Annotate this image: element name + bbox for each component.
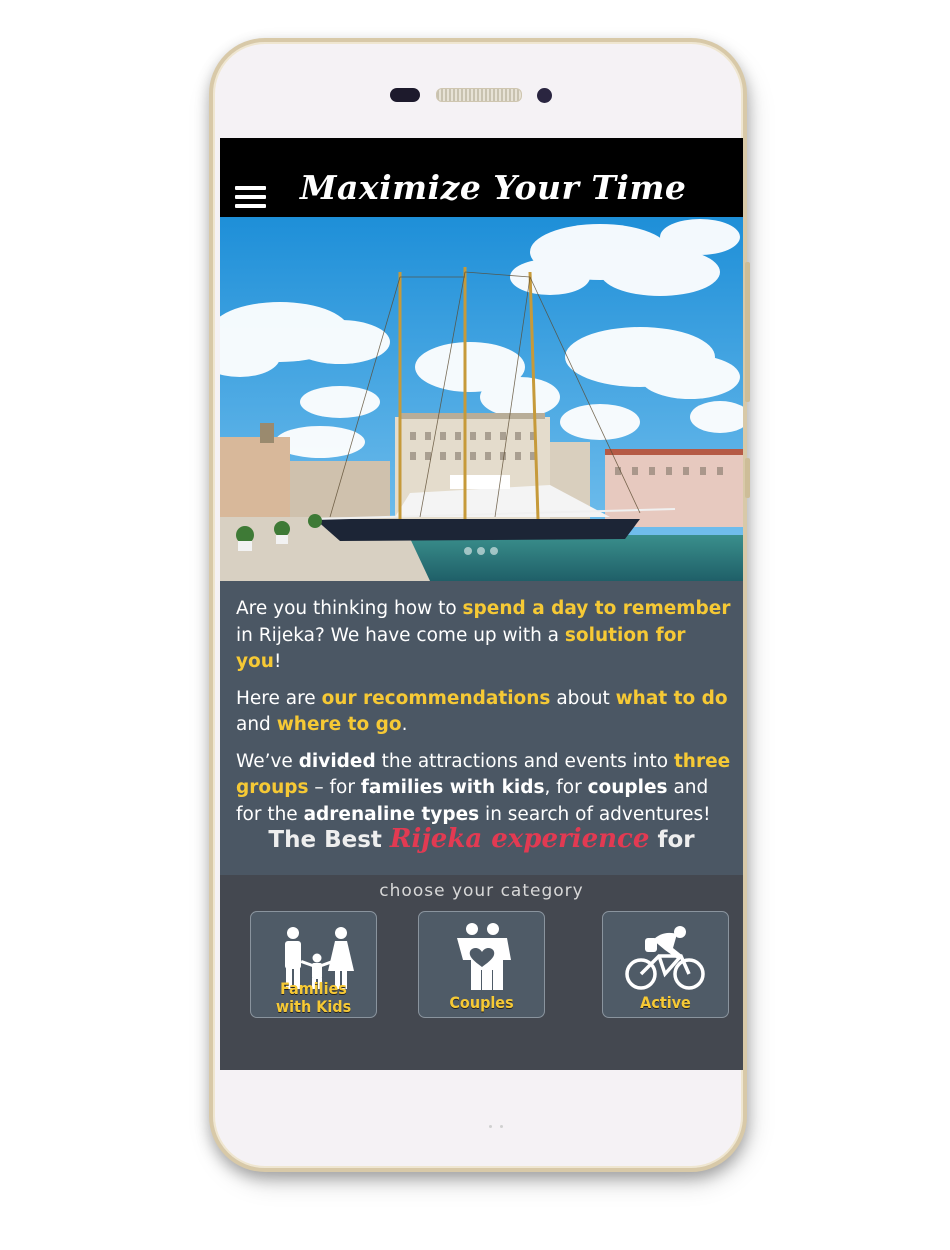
hamburger-menu-icon[interactable] <box>235 186 266 208</box>
category-active-label: Active <box>640 993 691 1012</box>
volume-button <box>745 262 750 402</box>
home-indicator <box>500 1125 503 1128</box>
text-run: the attractions and events into <box>375 750 674 772</box>
app-title: Maximize Your Time <box>300 168 687 207</box>
slider-dots <box>464 547 498 555</box>
top-bar: Maximize Your Time <box>220 138 743 217</box>
text-run: in Rijeka? We have come up with a <box>236 624 565 646</box>
intro-paragraph-3: We’ve divided the attractions and events… <box>236 749 736 829</box>
text-run: , for <box>544 777 588 798</box>
slider-dot-1[interactable] <box>464 547 472 555</box>
category-active-button[interactable]: Active <box>602 911 729 1018</box>
text-run: Here are <box>236 687 322 709</box>
tagline-suffix: for <box>657 827 695 853</box>
category-couples-label: Couples <box>449 993 514 1012</box>
text-run: about <box>550 687 616 709</box>
tagline-prefix: The Best <box>268 827 382 853</box>
text-run: ! <box>273 651 282 672</box>
front-camera-icon <box>537 88 552 103</box>
home-indicator <box>489 1125 492 1128</box>
bold-text: families with kids <box>360 777 545 798</box>
app-screen: Maximize Your Time Are you thinking how … <box>220 138 743 1070</box>
text-run: and <box>236 714 277 735</box>
intro-paragraph-1: Are you thinking how to spend a day to r… <box>236 596 736 676</box>
category-couples-button[interactable]: Couples <box>418 911 545 1018</box>
bold-text: divided <box>298 750 376 772</box>
category-families-button[interactable]: Families with Kids <box>250 911 377 1018</box>
category-label-line: with Kids <box>275 997 352 1016</box>
intro-text: Are you thinking how to spend a day to r… <box>236 596 736 838</box>
hero-image-slider[interactable] <box>220 217 743 581</box>
earpiece-speaker <box>436 88 522 102</box>
category-heading: choose your category <box>379 881 584 901</box>
text-run: Are you thinking how to <box>236 598 463 619</box>
intro-paragraph-2: Here are our recommendations about what … <box>236 686 736 739</box>
sensor-icon <box>390 88 420 102</box>
text-run: in search of adventures! <box>479 803 711 825</box>
text-run: – for <box>308 777 361 798</box>
slider-dot-2[interactable] <box>477 547 485 555</box>
tagline: The Best Rijeka experience for <box>220 824 743 854</box>
tagline-script: Rijeka experience <box>389 824 650 854</box>
category-section: choose your category Families with Kids … <box>220 875 743 1070</box>
highlight-text: where to go <box>276 714 402 735</box>
text-run: . <box>401 714 408 735</box>
slider-dot-3[interactable] <box>490 547 498 555</box>
highlight-text: spend a day to remember <box>462 598 731 619</box>
bold-text: couples <box>587 777 668 798</box>
highlight-text: what to do <box>615 687 728 709</box>
hero-photo <box>220 217 743 581</box>
category-label-line: Families <box>280 979 347 998</box>
power-button <box>745 458 750 498</box>
category-families-label: Families with Kids <box>251 980 376 1016</box>
text-run: We’ve <box>236 750 299 772</box>
highlight-text: our recommendations <box>321 687 551 709</box>
bold-text: adrenaline types <box>303 803 480 825</box>
